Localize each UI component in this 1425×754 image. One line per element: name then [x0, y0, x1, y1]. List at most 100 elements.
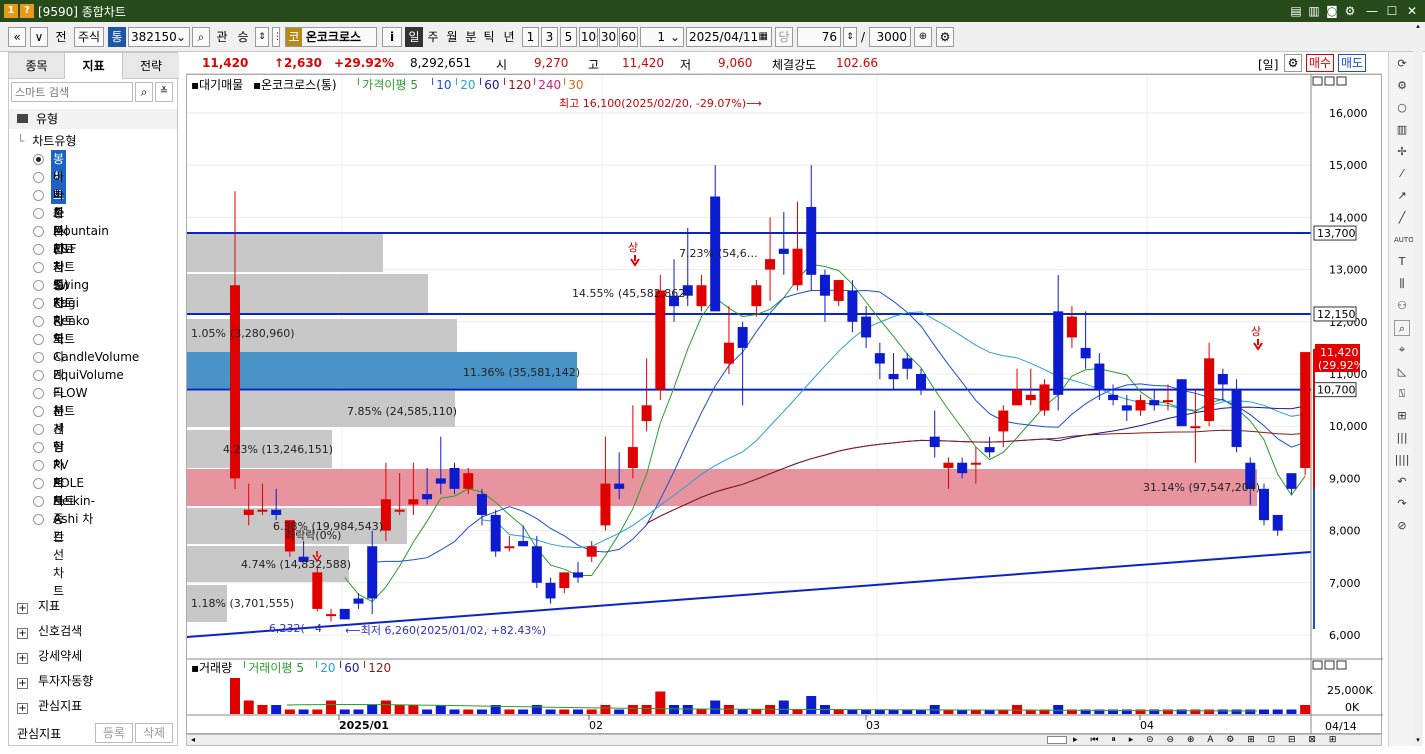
refresh-icon[interactable]: ⟳ [1394, 56, 1410, 72]
code-dropdown-icon[interactable]: ⌄ [176, 28, 186, 46]
period-tick[interactable]: 틱 [481, 27, 497, 47]
scroll-thumb[interactable] [1047, 736, 1067, 744]
radio-icon[interactable] [33, 244, 44, 255]
interval-1[interactable]: 1 [522, 27, 539, 47]
vol-pane-close-icon[interactable] [1336, 660, 1347, 670]
pin-tool-icon[interactable]: ⌖ [1394, 342, 1410, 358]
close-icon[interactable]: ✕ [1404, 3, 1420, 19]
window-scrollbar[interactable]: ▴ ▾ [1413, 22, 1423, 746]
dang-button[interactable]: 당 [775, 27, 793, 47]
pane-max-icon[interactable] [1324, 76, 1335, 86]
radio-icon[interactable] [33, 424, 44, 435]
first-button[interactable]: « [8, 27, 26, 47]
radio-icon[interactable] [33, 262, 44, 273]
total-input[interactable]: 3000 [869, 27, 911, 47]
pane-close-icon[interactable] [1336, 76, 1347, 86]
pane-toggle-icon[interactable] [1312, 76, 1323, 86]
calendar-icon[interactable]: ▦ [759, 28, 768, 46]
window-save-icon[interactable]: ▥ [1306, 3, 1322, 19]
chart-canvas[interactable]: 1.05% (3,280,960) 14.55% (45,582,862) 7.23%(… [186, 75, 1383, 735]
line-tool-icon[interactable]: ⁄ [1394, 166, 1410, 182]
buy-button[interactable]: 매수 [1306, 54, 1334, 72]
radio-icon[interactable] [33, 172, 44, 183]
vol-pane-max-icon[interactable] [1324, 660, 1335, 670]
period-day[interactable]: 일 [405, 27, 423, 47]
radio-icon[interactable] [33, 514, 44, 525]
stock-name-box[interactable]: 코 온코크로스 [285, 27, 377, 47]
radio-icon[interactable] [33, 298, 44, 309]
collapse-icon[interactable]: ≚ [155, 82, 173, 102]
tab-stock[interactable]: 종목 [9, 53, 65, 79]
gear-icon[interactable]: ⚙ [1284, 54, 1302, 72]
window-link-icon[interactable]: ▤ [1288, 3, 1304, 19]
interval-10[interactable]: 10 [579, 27, 598, 47]
multiplier-select[interactable]: 1 ⌄ [640, 27, 684, 47]
section-item[interactable]: + 투자자동향 [17, 671, 93, 691]
settings-icon[interactable]: ⚙ [1342, 3, 1358, 19]
count-spin-icon[interactable]: ⇕ [843, 27, 857, 47]
radio-icon[interactable] [33, 316, 44, 327]
search-icon[interactable]: ⌕ [192, 27, 210, 47]
section-item[interactable]: + 신호검색 [17, 621, 82, 641]
smart-search-input[interactable] [11, 82, 133, 102]
zoom-icon[interactable]: ⊕ [914, 27, 932, 47]
period-year[interactable]: 년 [500, 27, 518, 47]
spin-icon[interactable]: ⇕ [255, 27, 269, 47]
period-tool-icon[interactable]: ⍂ [1394, 386, 1410, 402]
radio-icon[interactable] [33, 496, 44, 507]
scroll-controls[interactable]: ▸ ⏮ ⏸ ▸ ⊝ ⊖ ⊕ A ⚙ ⊞ ⊡ ⊟ ⊠ ⊞ [1073, 735, 1381, 745]
info-button[interactable]: i [382, 27, 402, 47]
text-tool-icon[interactable]: T [1394, 254, 1410, 270]
gwan-button[interactable]: 관 [212, 27, 232, 47]
expand-icon[interactable]: + [17, 603, 28, 614]
radio-icon[interactable] [33, 154, 44, 165]
scroll-down-icon[interactable]: ▾ [1413, 736, 1423, 746]
pattern-tool-icon[interactable]: ⚇ [1394, 298, 1410, 314]
redo-icon[interactable]: ↷ [1394, 496, 1410, 512]
trendline-tool-icon[interactable]: ╱ [1394, 210, 1410, 226]
seung-button[interactable]: 승 [234, 27, 252, 47]
chart-icon[interactable]: ▥ [1394, 122, 1410, 138]
auto-tool-icon[interactable]: AUTO [1394, 232, 1414, 248]
radio-icon[interactable] [33, 334, 44, 345]
radio-icon[interactable] [33, 406, 44, 417]
grid-tool-icon[interactable]: ⊞ [1394, 408, 1410, 424]
settings-icon[interactable]: ⚙ [1394, 78, 1410, 94]
minimize-icon[interactable]: — [1364, 3, 1380, 19]
scroll-up-icon[interactable]: ▴ [1413, 22, 1423, 32]
delete-drawing-icon[interactable]: ⊘ [1394, 518, 1410, 534]
code-input[interactable]: 382150 ⌄ [128, 27, 190, 47]
radio-icon[interactable] [33, 352, 44, 363]
tree-root[interactable]: 유형 [9, 109, 177, 129]
chart-settings-icon[interactable]: ⚙ [936, 27, 954, 47]
bars2-tool-icon[interactable]: |||| [1394, 452, 1410, 468]
help-icon[interactable]: ? [20, 4, 34, 18]
interval-3[interactable]: 3 [541, 27, 558, 47]
bars-tool-icon[interactable]: ||| [1394, 430, 1410, 446]
date-input[interactable]: 2025/04/11 ▦ [686, 27, 772, 47]
radio-icon[interactable] [33, 478, 44, 489]
tong-button[interactable]: 통 [108, 27, 126, 47]
multiplier-dropdown-icon[interactable]: ⌄ [670, 28, 680, 46]
chart-area[interactable]: 1.05% (3,280,960) 14.55% (45,582,862) 7.23%(… [186, 74, 1383, 735]
radio-icon[interactable] [33, 280, 44, 291]
tab-indicator[interactable]: 지표 [65, 53, 123, 79]
tab-strategy[interactable]: 전략 [123, 53, 179, 79]
zoom-tool-icon[interactable]: ⌕ [1394, 320, 1410, 336]
section-item[interactable]: + 관심지표 [17, 696, 82, 716]
fibo-tool-icon[interactable]: ⫼ [1394, 276, 1410, 292]
register-button[interactable]: 등록 [95, 723, 133, 743]
chart-scrollbar[interactable]: ◂ ▸ ⏮ ⏸ ▸ ⊝ ⊖ ⊕ A ⚙ ⊞ ⊡ ⊟ ⊠ ⊞ [186, 734, 1382, 746]
scroll-left-icon[interactable]: ◂ [187, 735, 199, 745]
section-item[interactable]: + 강세약세 [17, 646, 82, 666]
expand-icon[interactable]: + [17, 653, 28, 664]
dropdown-button[interactable]: ∨ [30, 27, 48, 47]
expand-icon[interactable]: + [17, 628, 28, 639]
radio-icon[interactable] [33, 460, 44, 471]
undo-icon[interactable]: ↶ [1394, 474, 1410, 490]
radio-icon[interactable] [33, 370, 44, 381]
ray-tool-icon[interactable]: ↗ [1394, 188, 1410, 204]
interval-60[interactable]: 60 [619, 27, 638, 47]
cross-icon[interactable]: ✢ [1394, 144, 1410, 160]
radio-icon[interactable] [33, 388, 44, 399]
